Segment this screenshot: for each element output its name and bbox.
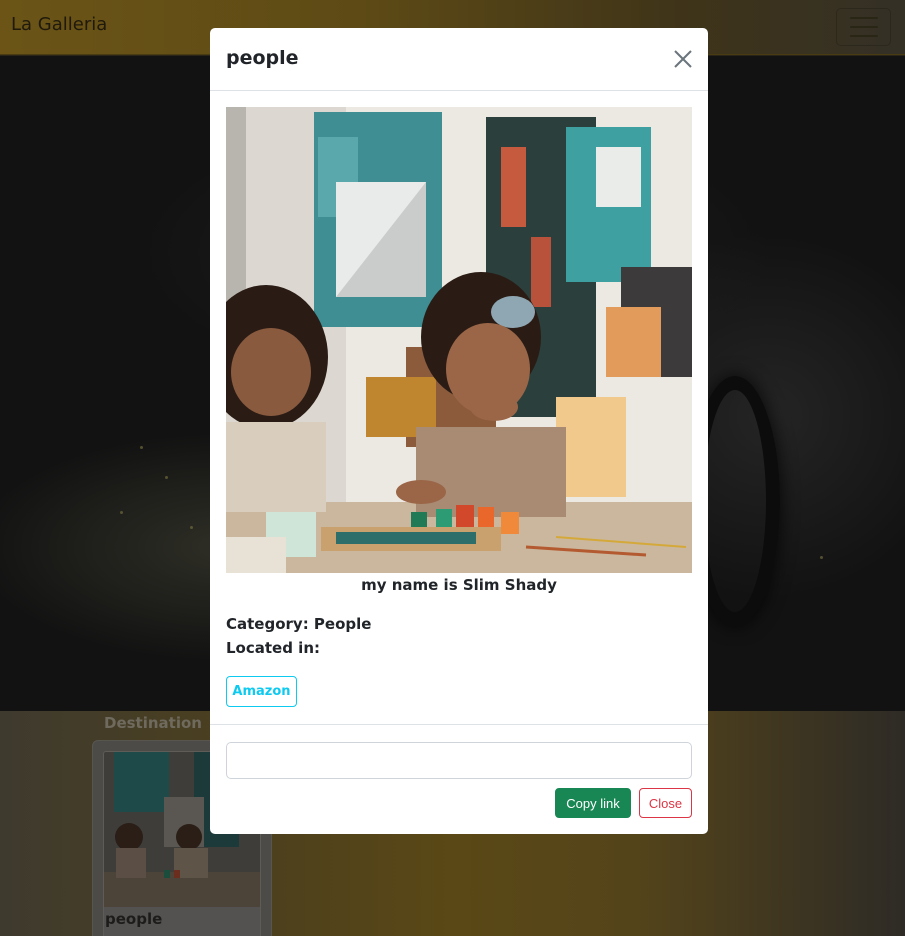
modal-header: people	[210, 28, 708, 91]
amazon-link-button[interactable]: Amazon	[226, 676, 297, 707]
navbar-brand[interactable]: La Galleria	[11, 14, 107, 35]
image-detail-modal: people my name is Slim Shady Category: P…	[210, 28, 708, 834]
close-icon[interactable]	[672, 48, 694, 70]
navbar-toggler-button[interactable]	[836, 8, 891, 46]
hamburger-menu-icon	[849, 17, 878, 37]
card-title[interactable]: people	[105, 910, 162, 928]
close-button[interactable]: Close	[639, 788, 692, 818]
modal-image	[226, 107, 692, 573]
image-caption: my name is Slim Shady	[361, 576, 557, 594]
modal-footer: Copy link Close	[210, 724, 708, 834]
modal-title: people	[226, 47, 299, 69]
copy-link-button[interactable]: Copy link	[555, 788, 631, 818]
category-text: Category: People	[226, 615, 372, 633]
location-text: Located in:	[226, 639, 320, 657]
section-title: Destination	[104, 714, 202, 732]
modal-body: my name is Slim Shady Category: People L…	[210, 91, 708, 724]
share-link-input[interactable]	[226, 742, 692, 779]
